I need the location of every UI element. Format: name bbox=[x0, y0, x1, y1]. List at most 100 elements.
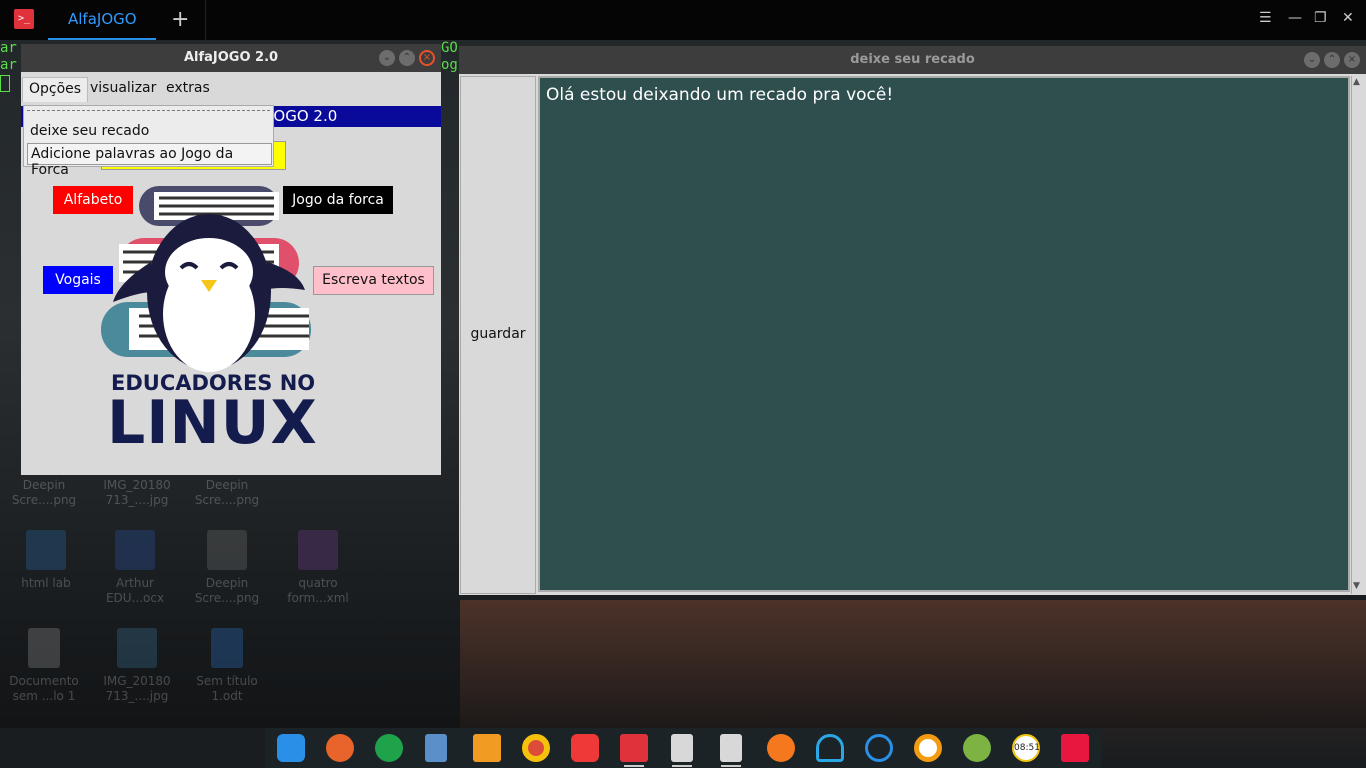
terminal-line: GO bbox=[441, 40, 458, 56]
maximize-icon[interactable]: ⌃ bbox=[1324, 52, 1340, 68]
escreva-textos-button[interactable]: Escreva textos bbox=[313, 266, 434, 295]
terminal-output: ar ar bbox=[0, 40, 17, 74]
code-file-icon bbox=[298, 530, 338, 570]
dock: 08:51 bbox=[265, 728, 1101, 768]
app-icon[interactable] bbox=[914, 734, 942, 762]
menu-item-deixe-seu-recado[interactable]: deixe seu recado bbox=[27, 121, 272, 143]
maximize-icon[interactable]: ❐ bbox=[1314, 10, 1327, 26]
minimize-icon[interactable]: ⌄ bbox=[379, 50, 395, 66]
vivaldi-icon[interactable] bbox=[571, 734, 599, 762]
menu-bar: Opções visualizar extras bbox=[21, 72, 441, 102]
alfabeto-button[interactable]: Alfabeto bbox=[53, 186, 133, 214]
menu-icon[interactable]: ☰ bbox=[1259, 10, 1272, 26]
desktop-icon-label: html lab bbox=[21, 576, 71, 590]
running-indicator bbox=[624, 765, 644, 767]
desktop-icon[interactable]: IMG_20180 713_....jpg bbox=[93, 628, 181, 704]
terminal-line: og bbox=[441, 57, 458, 73]
file-manager-icon[interactable] bbox=[425, 734, 447, 762]
message-text: Olá estou deixando um recado pra você! bbox=[546, 85, 894, 105]
launcher-icon[interactable] bbox=[277, 734, 305, 762]
wifi-icon[interactable] bbox=[816, 734, 844, 762]
eject-icon[interactable] bbox=[767, 734, 795, 762]
desktop-icon[interactable]: Sem título 1.odt bbox=[183, 628, 271, 704]
firefox-icon[interactable] bbox=[326, 734, 354, 762]
desktop-icon-label: Scre....png bbox=[194, 591, 260, 605]
desktop-icon-label: EDU...ocx bbox=[105, 591, 165, 605]
logo-text-line2: LINUX bbox=[107, 388, 318, 458]
desktop-icon-label: Sem título bbox=[196, 674, 258, 688]
menu-opcoes[interactable]: Opções bbox=[22, 77, 89, 102]
chrome-icon[interactable] bbox=[522, 734, 550, 762]
document-viewer-icon[interactable] bbox=[720, 734, 742, 762]
menu-extras[interactable]: extras bbox=[160, 77, 216, 102]
tab-alfajogo[interactable]: AlfaJOGO bbox=[48, 0, 156, 40]
app-store-icon[interactable] bbox=[375, 734, 403, 762]
desktop-icon[interactable]: IMG_20180 713_....jpg bbox=[93, 478, 181, 508]
desktop-icon-label: 713_....jpg bbox=[105, 689, 169, 703]
window-titlebar[interactable]: deixe seu recado ⌄ ⌃ × bbox=[459, 46, 1366, 74]
guardar-button[interactable]: guardar bbox=[460, 76, 536, 594]
sublime-text-icon[interactable] bbox=[473, 734, 501, 762]
close-icon[interactable]: × bbox=[1344, 52, 1360, 68]
desktop-icon-label: IMG_20180 bbox=[103, 674, 171, 688]
clock-icon[interactable]: 08:51 bbox=[1012, 734, 1040, 762]
message-textarea[interactable]: Olá estou deixando um recado pra você! bbox=[538, 76, 1350, 592]
terminal-cursor bbox=[0, 75, 10, 92]
desktop-icon-label: Documento bbox=[9, 674, 79, 688]
vogais-button[interactable]: Vogais bbox=[43, 266, 113, 294]
desktop-icon[interactable]: quatro form...xml bbox=[274, 530, 362, 606]
recado-window: deixe seu recado ⌄ ⌃ × guardar Olá estou… bbox=[459, 46, 1366, 595]
desktop-icon[interactable]: html lab bbox=[2, 530, 90, 591]
desktop-icon-label: quatro bbox=[298, 576, 338, 590]
document-icon bbox=[211, 628, 243, 668]
document-viewer-icon[interactable] bbox=[671, 734, 693, 762]
terminal-icon[interactable] bbox=[620, 734, 648, 762]
tab-divider bbox=[205, 0, 206, 40]
desktop-icon[interactable]: Documento sem ...lo 1 bbox=[0, 628, 88, 704]
close-icon[interactable]: ✕ bbox=[1342, 10, 1354, 26]
window-titlebar[interactable]: AlfaJOGO 2.0 ⌄ ⌃ × bbox=[21, 44, 441, 72]
terminal-line: ar bbox=[0, 57, 17, 73]
document-icon bbox=[115, 530, 155, 570]
banner-text: JOGO 2.0 bbox=[269, 107, 338, 125]
dropbox-icon[interactable] bbox=[865, 734, 893, 762]
desktop-icon[interactable]: Deepin Scre....png bbox=[183, 478, 271, 508]
vertical-scrollbar[interactable]: ▲ ▼ bbox=[1351, 76, 1363, 594]
folder-icon bbox=[26, 530, 66, 570]
desktop-icon[interactable]: Deepin Scre....png bbox=[183, 530, 271, 606]
trash-icon[interactable] bbox=[1061, 734, 1089, 762]
desktop-icon[interactable]: Arthur EDU...ocx bbox=[91, 530, 179, 606]
jogo-da-forca-button[interactable]: Jogo da forca bbox=[283, 186, 393, 214]
desktop-icon-label: Deepin bbox=[205, 478, 249, 492]
scroll-up-icon[interactable]: ▲ bbox=[1353, 77, 1360, 87]
desktop-icon-label: IMG_20180 bbox=[103, 478, 171, 492]
close-icon[interactable]: × bbox=[419, 50, 435, 66]
terminal-line: ar bbox=[0, 40, 17, 56]
desktop-icon-label: 713_....jpg bbox=[105, 493, 169, 507]
maximize-icon[interactable]: ⌃ bbox=[399, 50, 415, 66]
window-title: deixe seu recado bbox=[850, 52, 975, 67]
alfajogo-window: AlfaJOGO 2.0 ⌄ ⌃ × Opções visualizar ext… bbox=[21, 44, 441, 475]
desktop-icon-label: Deepin bbox=[205, 576, 249, 590]
desktop-icon-label: Scre....png bbox=[11, 493, 77, 507]
menu-item-adicione-palavras[interactable]: Adicione palavras ao Jogo da Forca bbox=[27, 143, 272, 178]
tear-off-line[interactable] bbox=[27, 110, 270, 111]
minimize-icon[interactable]: — bbox=[1288, 10, 1302, 26]
window-title: AlfaJOGO 2.0 bbox=[183, 50, 279, 65]
minimize-icon[interactable]: ⌄ bbox=[1304, 52, 1320, 68]
image-icon bbox=[117, 628, 157, 668]
opcoes-dropdown-menu: deixe seu recado Adicione palavras ao Jo… bbox=[23, 105, 274, 178]
running-indicator bbox=[721, 765, 741, 767]
document-icon bbox=[28, 628, 60, 668]
desktop-icon-label: Deepin bbox=[22, 478, 66, 492]
desktop-icon-label: Arthur bbox=[116, 576, 154, 590]
guardar-label: guardar bbox=[470, 326, 526, 342]
terminal-output-right: GO og bbox=[441, 40, 458, 74]
scroll-down-icon[interactable]: ▼ bbox=[1353, 581, 1360, 591]
menu-visualizar[interactable]: visualizar bbox=[84, 77, 162, 102]
add-tab-icon[interactable]: + bbox=[171, 7, 189, 32]
desktop-icon-label: sem ...lo 1 bbox=[12, 689, 76, 703]
power-icon[interactable] bbox=[963, 734, 991, 762]
terminal-logo-icon[interactable]: >_ bbox=[14, 9, 34, 29]
desktop-icon[interactable]: Deepin Scre....png bbox=[0, 478, 88, 508]
